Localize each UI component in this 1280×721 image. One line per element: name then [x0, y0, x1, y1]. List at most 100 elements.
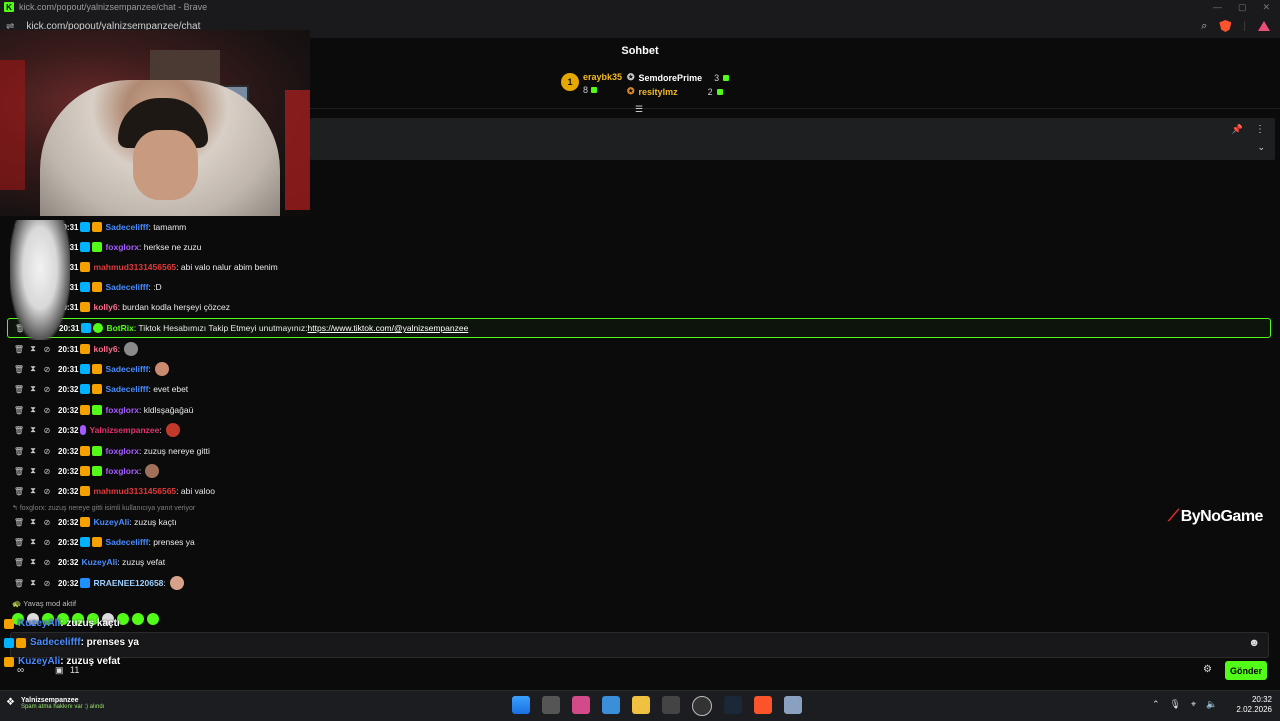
ban-icon[interactable]: ⊘	[40, 558, 54, 567]
minimize-icon[interactable]: —	[1213, 2, 1222, 13]
network-icon[interactable]: ⌖	[1191, 699, 1196, 710]
obs-icon[interactable]	[692, 696, 712, 716]
pinned-message-bar[interactable]: 📌 ⋮ ⌄	[310, 118, 1275, 160]
ban-icon[interactable]: ⊘	[40, 579, 54, 588]
chat-message-highlighted[interactable]: 🗑⧗⊘ 20:31 BotRix: Tiktok Hesabımızı Taki…	[7, 318, 1271, 338]
windows-start-icon[interactable]	[512, 696, 530, 714]
chevron-up-icon[interactable]: ⌃	[1152, 699, 1160, 710]
chat-message[interactable]: 🗑⧗⊘ 20:31 kolly6: burdan kodla herşeyi ç…	[0, 297, 1270, 317]
ban-icon[interactable]: ⊘	[40, 538, 54, 547]
message-username[interactable]: Sadecelifff	[105, 222, 148, 232]
delete-icon[interactable]: 🗑	[12, 426, 26, 435]
delete-icon[interactable]: 🗑	[12, 538, 26, 547]
ban-icon[interactable]: ⊘	[40, 518, 54, 527]
chat-message[interactable]: 🗑 ⧗ ⊘ 20:31 Sadecelifff:	[0, 359, 1270, 379]
delete-icon[interactable]: 🗑	[12, 385, 26, 394]
chat-message[interactable]: 🗑⧗⊘ 20:31 foxglorx: herkse ne zuzu	[0, 237, 1270, 257]
message-username[interactable]: KuzeyAli	[81, 557, 117, 567]
delete-icon[interactable]: 🗑	[12, 518, 26, 527]
message-username[interactable]: RRAENEE120658	[93, 578, 163, 588]
message-username[interactable]: mahmud3131456565	[93, 486, 176, 496]
delete-icon[interactable]: 🗑	[12, 487, 26, 496]
message-username[interactable]: BotRix	[106, 323, 133, 333]
delete-icon[interactable]: 🗑	[12, 558, 26, 567]
system-clock[interactable]: 20:32 2.02.2026	[1232, 695, 1272, 715]
brave-shields-icon[interactable]	[1219, 20, 1232, 32]
chat-message[interactable]: 🗑 ⧗ ⊘ 20:31 kolly6:	[0, 339, 1270, 359]
more-options-icon[interactable]: ⋮	[1255, 124, 1265, 135]
message-username[interactable]: KuzeyAli	[93, 517, 129, 527]
ban-icon[interactable]: ⊘	[40, 385, 54, 394]
chat-message[interactable]: 🗑 ⧗ ⊘ 20:32 Yalnizsempanzee:	[0, 420, 1270, 440]
brave-browser-icon[interactable]	[754, 696, 772, 714]
timeout-icon[interactable]: ⧗	[26, 384, 40, 394]
leader-1-name[interactable]: eraybk35	[583, 72, 622, 82]
timeout-icon[interactable]: ⧗	[26, 446, 40, 456]
close-icon[interactable]: ✕	[1262, 2, 1270, 13]
message-username[interactable]: mahmud3131456565	[93, 262, 176, 272]
timeout-icon[interactable]: ⧗	[26, 364, 40, 374]
ban-icon[interactable]: ⊘	[40, 426, 54, 435]
brave-rewards-icon[interactable]	[1258, 21, 1270, 31]
timeout-icon[interactable]: ⧗	[26, 466, 40, 476]
ban-icon[interactable]: ⊘	[40, 487, 54, 496]
steam-icon[interactable]	[724, 696, 742, 714]
message-username[interactable]: Yalnizsempanzee	[89, 425, 159, 435]
chat-message[interactable]: 🗑 ⧗ ⊘ 20:32 RRAENEE120658:	[0, 573, 1270, 593]
message-username[interactable]: Sadecelifff	[105, 537, 148, 547]
infinity-icon[interactable]: ∞	[17, 665, 24, 676]
filter-icon[interactable]: ☰	[635, 104, 643, 115]
ban-icon[interactable]: ⊘	[40, 406, 54, 415]
taskbar-notification[interactable]: ❖ Yalnizsempanzee Spam atma hakkını var …	[6, 697, 104, 710]
chat-message[interactable]: 🗑 ⧗ ⊘ 20:32 foxglorx: kldlsşağağaü	[0, 400, 1270, 420]
message-username[interactable]: kolly6	[93, 344, 117, 354]
ban-icon[interactable]: ⊘	[40, 467, 54, 476]
chat-message[interactable]: 🗑 ⧗ ⊘ 20:32 KuzeyAli: zuzuş kaçtı	[0, 512, 1270, 532]
message-username[interactable]: foxglorx	[105, 242, 139, 252]
settings-gear-icon[interactable]: ⚙	[1203, 664, 1212, 675]
app-icon[interactable]	[572, 696, 590, 714]
task-view-icon[interactable]	[542, 696, 560, 714]
chat-message[interactable]: 🗑 ⧗ ⊘ 20:32 Sadecelifff: evet ebet	[0, 379, 1270, 399]
chat-message[interactable]: 🗑 ⧗ ⊘ 20:32 foxglorx:	[0, 461, 1270, 481]
maximize-icon[interactable]: ▢	[1238, 2, 1247, 13]
chevron-down-icon[interactable]: ⌄	[1257, 142, 1265, 153]
reply-context[interactable]: ↰ foxglorx: zuzuş nereye gitti isimli ku…	[12, 504, 195, 512]
timeout-icon[interactable]: ⧗	[26, 517, 40, 527]
delete-icon[interactable]: 🗑	[12, 467, 26, 476]
app-icon[interactable]	[602, 696, 620, 714]
app-icon[interactable]	[662, 696, 680, 714]
timeout-icon[interactable]: ⧗	[26, 557, 40, 567]
leader-3[interactable]: ✪ resitylmz 2	[627, 86, 723, 97]
timeout-icon[interactable]: ⧗	[26, 486, 40, 496]
chat-message[interactable]: 🗑⧗⊘ 20:31 Sadecelifff: tamamm	[0, 217, 1270, 237]
timeout-icon[interactable]: ⧗	[26, 344, 40, 354]
ban-icon[interactable]: ⊘	[40, 345, 54, 354]
microphone-icon[interactable]: 🎙	[1170, 699, 1181, 710]
delete-icon[interactable]: 🗑	[12, 345, 26, 354]
chat-message[interactable]: 🗑 ⧗ ⊘ 20:32 KuzeyAli: zuzuş vefat	[0, 552, 1270, 572]
emote-icon[interactable]	[147, 613, 159, 625]
pin-icon[interactable]: 📌	[1232, 124, 1243, 135]
message-username[interactable]: foxglorx	[105, 466, 139, 476]
zoom-icon[interactable]: ⌕	[1201, 20, 1207, 33]
chat-message[interactable]: 🗑 ⧗ ⊘ 20:32 Sadecelifff: prenses ya	[0, 532, 1270, 552]
volume-icon[interactable]: 🔈	[1206, 699, 1217, 710]
chat-message[interactable]: 🗑⧗⊘ 20:31 Sadecelifff: :D	[0, 277, 1270, 297]
file-explorer-icon[interactable]	[632, 696, 650, 714]
timeout-icon[interactable]: ⧗	[26, 537, 40, 547]
timeout-icon[interactable]: ⧗	[26, 405, 40, 415]
message-username[interactable]: foxglorx	[105, 446, 139, 456]
timeout-icon[interactable]: ⧗	[26, 425, 40, 435]
app-icon[interactable]	[784, 696, 802, 714]
ban-icon[interactable]: ⊘	[40, 365, 54, 374]
delete-icon[interactable]: 🗑	[12, 365, 26, 374]
ban-icon[interactable]: ⊘	[40, 447, 54, 456]
delete-icon[interactable]: 🗑	[12, 406, 26, 415]
timeout-icon[interactable]: ⧗	[26, 578, 40, 588]
message-username[interactable]: Sadecelifff	[105, 282, 148, 292]
message-username[interactable]: kolly6	[93, 302, 117, 312]
delete-icon[interactable]: 🗑	[12, 579, 26, 588]
emote-icon[interactable]	[132, 613, 144, 625]
send-button[interactable]: Gönder	[1225, 661, 1267, 680]
